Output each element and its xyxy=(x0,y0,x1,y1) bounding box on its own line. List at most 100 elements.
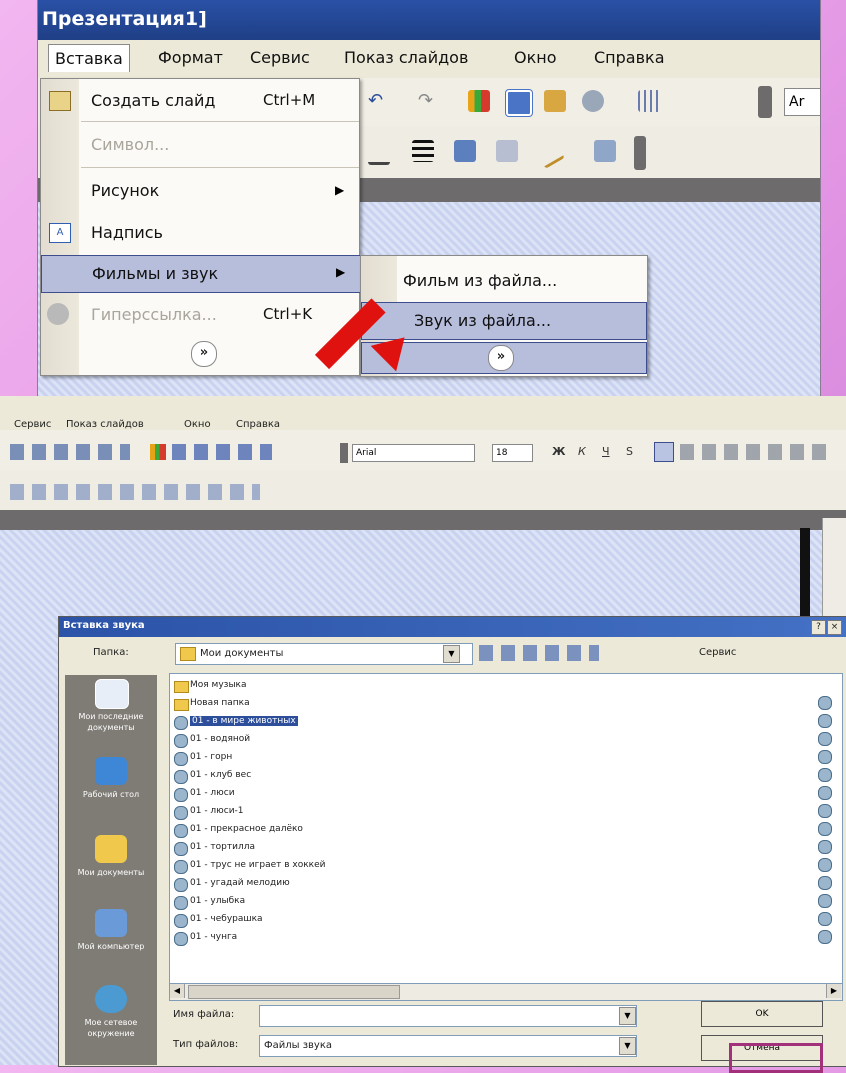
menu-item-hyperlink[interactable]: Гиперссылка... Ctrl+K xyxy=(41,297,359,335)
menu-item-sound-from-file[interactable]: Звук из файла... xyxy=(361,302,647,340)
tools-menu[interactable]: Сервис xyxy=(699,647,736,658)
place-network[interactable]: Мое сетевое окружение xyxy=(65,981,157,1053)
toolbar-options-icon[interactable] xyxy=(758,86,772,118)
menu-format[interactable]: Формат xyxy=(158,48,223,67)
filename-input[interactable] xyxy=(259,1005,637,1027)
folder-combo[interactable]: Мои документы xyxy=(175,643,473,665)
place-my-computer[interactable]: Мой компьютер xyxy=(65,905,157,977)
list-item[interactable]: 01 - в мире животных xyxy=(174,714,494,730)
close-button[interactable]: × xyxy=(827,620,842,635)
font-name-box[interactable]: Arial xyxy=(352,444,475,462)
list-item[interactable]: 01 - тортилла xyxy=(174,840,494,856)
underline-button[interactable]: Ч xyxy=(602,445,610,458)
menu-tools[interactable]: Сервис xyxy=(250,48,310,67)
menu-slideshow[interactable]: Показ слайдов xyxy=(344,48,468,67)
3d-style-icon[interactable] xyxy=(496,140,518,162)
filename-label: Имя файла: xyxy=(173,1009,235,1020)
bold-button[interactable]: Ж xyxy=(552,445,565,458)
help-button[interactable]: ? xyxy=(811,620,826,635)
table-icon[interactable] xyxy=(506,90,532,116)
sound-file-icon[interactable] xyxy=(818,696,832,710)
place-recent-documents[interactable]: Мои последние документы xyxy=(65,675,157,747)
list-item[interactable]: 01 - чунга xyxy=(174,930,494,946)
list-item[interactable]: 01 - улыбка xyxy=(174,894,494,910)
sound-file-icon[interactable] xyxy=(818,840,832,854)
dash-style-icon[interactable] xyxy=(412,140,434,162)
list-item[interactable]: 01 - люси xyxy=(174,786,494,802)
toolbar-icons-2[interactable] xyxy=(172,444,272,460)
sound-file-icon[interactable] xyxy=(818,804,832,818)
menu-item-textbox[interactable]: A Надпись xyxy=(41,215,359,253)
filetype-combo[interactable]: Файлы звука xyxy=(259,1035,637,1057)
list-item[interactable]: 01 - люси-1 xyxy=(174,804,494,820)
font-size-box[interactable]: 18 xyxy=(492,444,533,462)
menu-insert[interactable]: Вставка xyxy=(48,44,130,72)
menu-item-movies-and-sound[interactable]: Фильмы и звук ▶ xyxy=(41,255,361,293)
place-my-documents[interactable]: Мои документы xyxy=(65,831,157,903)
grid-icon[interactable] xyxy=(638,90,660,112)
scroll-right-icon[interactable]: ▶ xyxy=(826,984,841,998)
sound-file-icon[interactable] xyxy=(818,930,832,944)
sound-file-icon[interactable] xyxy=(818,714,832,728)
shadow-button[interactable]: S xyxy=(626,445,633,458)
menu-tools[interactable]: Сервис xyxy=(14,419,51,430)
scroll-left-icon[interactable]: ◀ xyxy=(170,984,185,998)
menu-item-symbol[interactable]: Символ... xyxy=(41,127,359,165)
select-objects-icon[interactable] xyxy=(594,140,616,162)
sound-file-icon[interactable] xyxy=(818,750,832,764)
sound-file-icon[interactable] xyxy=(818,858,832,872)
list-item[interactable]: 01 - угадай мелодию xyxy=(174,876,494,892)
sound-file-icon[interactable] xyxy=(818,768,832,782)
italic-button[interactable]: К xyxy=(578,445,586,458)
align-icons[interactable] xyxy=(680,444,830,460)
place-desktop[interactable]: Рабочий стол xyxy=(65,753,157,825)
chart-icon[interactable] xyxy=(150,444,166,460)
menu-item-new-slide[interactable]: Создать слайд Ctrl+M xyxy=(41,83,359,121)
list-item[interactable]: 01 - водяной xyxy=(174,732,494,748)
sound-file-icon[interactable] xyxy=(818,822,832,836)
menu-slideshow[interactable]: Показ слайдов xyxy=(66,419,144,430)
line-style-icon[interactable] xyxy=(368,140,390,165)
horizontal-scrollbar[interactable]: ◀ ▶ xyxy=(169,983,843,1001)
sound-file-icon[interactable] xyxy=(818,732,832,746)
menu-help[interactable]: Справка xyxy=(594,48,665,67)
align-left-icon[interactable] xyxy=(654,442,674,462)
filename-dropdown-button[interactable]: ▼ xyxy=(619,1007,636,1025)
file-list[interactable]: Моя музыка Новая папка 01 - в мире живот… xyxy=(169,673,843,985)
list-item[interactable]: 01 - прекрасное далёко xyxy=(174,822,494,838)
scroll-thumb[interactable] xyxy=(188,985,400,999)
menu-window[interactable]: Окно xyxy=(184,419,211,430)
list-item[interactable]: 01 - трус не играет в хоккей xyxy=(174,858,494,874)
toolbar-icons[interactable] xyxy=(10,444,130,460)
font-box[interactable]: Ar xyxy=(784,88,820,116)
folder-dropdown-button[interactable]: ▼ xyxy=(443,645,460,663)
undo-icon[interactable]: ↶ xyxy=(368,90,390,112)
shadow-icon[interactable] xyxy=(454,140,476,162)
hyperlink-icon[interactable] xyxy=(582,90,604,112)
pen-icon[interactable] xyxy=(533,136,565,169)
list-item[interactable]: 01 - клуб вес xyxy=(174,768,494,784)
toolbar-options-icon-2[interactable] xyxy=(634,136,646,170)
sound-file-icon[interactable] xyxy=(818,786,832,800)
list-item[interactable]: Новая папка xyxy=(174,696,494,712)
ok-button[interactable]: OK xyxy=(701,1001,823,1027)
toolbar-options-icon[interactable] xyxy=(340,443,348,463)
chart-icon[interactable] xyxy=(468,90,490,112)
drawing-icons[interactable] xyxy=(10,484,260,500)
list-item[interactable]: Моя музыка xyxy=(174,678,494,694)
filetype-dropdown-button[interactable]: ▼ xyxy=(619,1037,636,1055)
sound-file-icon[interactable] xyxy=(818,876,832,890)
sound-file-icon[interactable] xyxy=(818,894,832,908)
menu-help[interactable]: Справка xyxy=(236,419,280,430)
insert-picture-icon[interactable] xyxy=(544,90,566,112)
redo-icon[interactable]: ↷ xyxy=(418,90,440,112)
sound-file-icon[interactable] xyxy=(818,912,832,926)
menu-expand-button[interactable]: » xyxy=(191,341,217,367)
list-item[interactable]: 01 - чебурашка xyxy=(174,912,494,928)
dialog-toolbar-icons[interactable] xyxy=(479,645,599,661)
menu-window[interactable]: Окно xyxy=(514,48,557,67)
menu-item-movie-from-file[interactable]: Фильм из файла... xyxy=(361,262,647,298)
menu-item-picture[interactable]: Рисунок ▶ xyxy=(41,173,359,211)
menu-expand-button[interactable]: » xyxy=(488,345,514,371)
list-item[interactable]: 01 - горн xyxy=(174,750,494,766)
